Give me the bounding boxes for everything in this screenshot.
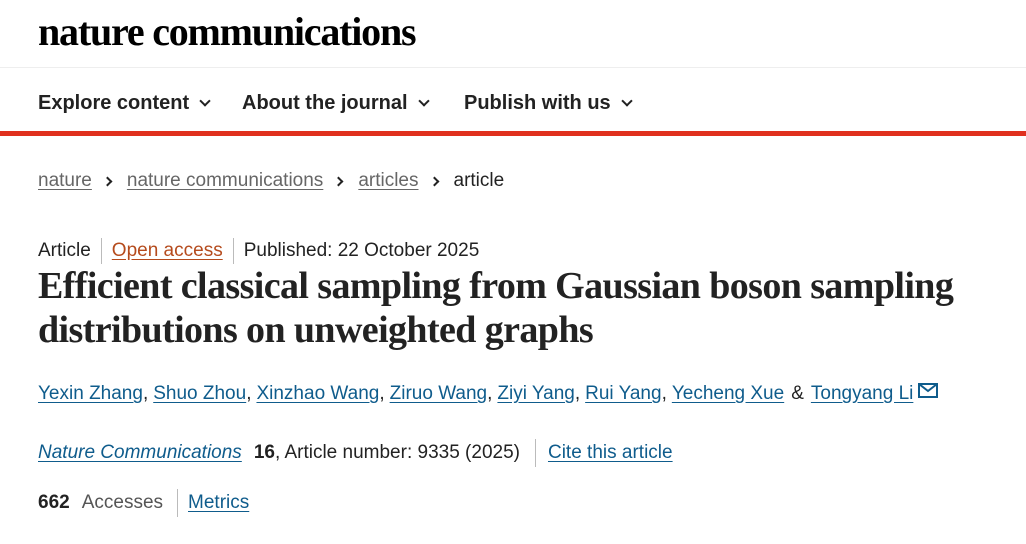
metrics-link[interactable]: Metrics: [188, 490, 249, 516]
nav-publish-with-us[interactable]: Publish with us: [464, 90, 633, 116]
article-meta: Article Open access Published: 22 Octobe…: [38, 238, 479, 264]
author-link[interactable]: Xinzhao Wang: [256, 381, 379, 407]
chevron-down-icon: [417, 94, 430, 107]
citation-line: Nature Communications 16 , Article numbe…: [38, 439, 673, 467]
author-link[interactable]: Tongyang Li: [811, 381, 913, 407]
chevron-down-icon: [621, 94, 633, 107]
main-nav: Explore content About the journal Publis…: [0, 68, 1026, 136]
author-link[interactable]: Rui Yang: [585, 381, 661, 407]
author-separator: ,: [574, 383, 581, 404]
author-separator: ,: [661, 383, 667, 404]
chevron-right-icon: [429, 176, 439, 186]
nav-publish-with-us-label: Publish with us: [464, 92, 611, 114]
author-link[interactable]: Yexin Zhang: [38, 381, 143, 407]
author-link[interactable]: Shuo Zhou: [153, 381, 246, 407]
nav-about-the-journal[interactable]: About the journal: [242, 90, 430, 116]
accesses-label: Accesses: [81, 492, 164, 513]
chevron-down-icon: [199, 94, 211, 107]
mail-icon[interactable]: [918, 382, 939, 398]
divider: [177, 489, 179, 517]
nav-explore-content[interactable]: Explore content: [38, 90, 211, 116]
nav-about-the-journal-label: About the journal: [242, 92, 408, 114]
volume-number: 16: [253, 442, 275, 463]
divider: [534, 439, 536, 467]
author-separator: ,: [142, 383, 149, 404]
author-separator: ,: [379, 383, 385, 404]
breadcrumb-nature[interactable]: nature: [38, 169, 92, 193]
divider: [232, 238, 234, 264]
cite-this-article-link[interactable]: Cite this article: [548, 440, 673, 466]
article-number: , Article number: 9335 (2025): [274, 442, 520, 463]
nav-explore-content-label: Explore content: [38, 92, 190, 114]
article-title: Efficient classical sampling from Gaussi…: [38, 265, 954, 351]
author-link[interactable]: Ziruo Wang: [390, 381, 488, 407]
breadcrumb: nature nature communications articles ar…: [38, 169, 504, 193]
metrics-row: 662 Accesses Metrics: [38, 489, 249, 517]
article-type: Article: [38, 240, 91, 261]
breadcrumb-articles[interactable]: articles: [358, 169, 418, 193]
breadcrumb-current: article: [453, 170, 505, 191]
journal-link[interactable]: Nature Communications: [38, 440, 242, 466]
chevron-right-icon: [102, 176, 113, 186]
author-list: Yexin Zhang, Shuo Zhou, Xinzhao Wang, Zi…: [38, 381, 939, 407]
chevron-right-icon: [333, 176, 344, 186]
published-date: Published: 22 October 2025: [243, 240, 480, 261]
site-header: nature communications: [0, 0, 1026, 68]
divider: [100, 238, 102, 264]
author-separator: ,: [487, 383, 493, 404]
open-access-link[interactable]: Open access: [112, 238, 223, 264]
author-separator: ,: [246, 383, 252, 404]
author-link[interactable]: Ziyi Yang: [497, 381, 574, 407]
accesses-count: 662: [38, 492, 70, 513]
nature-communications-logo[interactable]: nature communications: [38, 8, 417, 56]
breadcrumb-nature-communications[interactable]: nature communications: [127, 169, 323, 193]
author-link[interactable]: Yecheng Xue: [672, 381, 784, 407]
author-final-separator: &: [791, 383, 804, 404]
